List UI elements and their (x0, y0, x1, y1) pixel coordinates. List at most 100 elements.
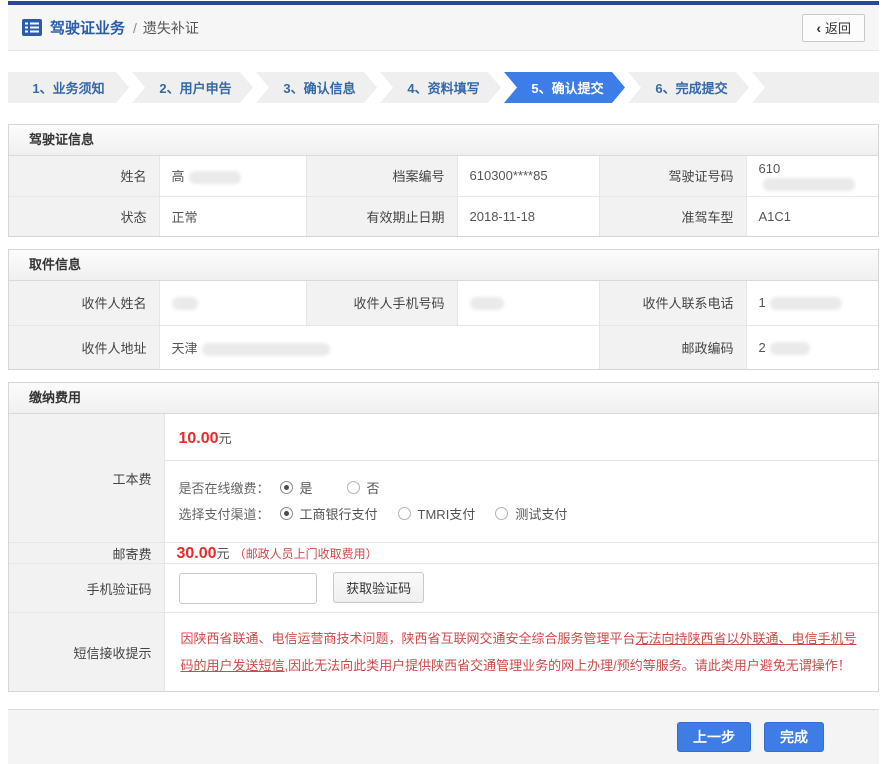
license-number-label: 驾驶证号码 (599, 156, 746, 196)
pickup-info-table: 收件人姓名 收件人手机号码 收件人联系电话 1 收件人地址 天津 邮政编码 2 (9, 281, 878, 369)
sms-notice-text: 因陕西省联通、电信运营商技术问题，陕西省互联网交通安全综合服务管理平台无法向持陕… (181, 631, 857, 673)
radio-button-icon[interactable] (398, 507, 411, 520)
finish-button[interactable]: 完成 (764, 722, 824, 752)
fees-title: 缴纳费用 (9, 383, 878, 414)
payment-channel-label: 选择支付渠道： (179, 504, 270, 523)
fees-table: 工本费 10.00元 是否在线缴费： 是 (9, 414, 878, 691)
production-fee-unit: 元 (219, 431, 232, 446)
verification-row: 手机验证码 获取验证码 (9, 564, 878, 613)
sms-notice-cell: 因陕西省联通、电信运营商技术问题，陕西省互联网交通安全综合服务管理平台无法向持陕… (164, 613, 878, 692)
redaction-blur (189, 171, 241, 184)
status-value: 正常 (159, 196, 306, 236)
chevron-left-icon: ‹ (816, 21, 821, 35)
fees-section: 缴纳费用 工本费 10.00元 是否在线缴费： 是 (8, 382, 879, 692)
license-list-icon (22, 19, 42, 36)
postcode-value: 2 (746, 325, 878, 369)
step-5-confirm-submit[interactable]: 5、确认提交 (504, 72, 625, 103)
redaction-blur (172, 297, 198, 310)
page: 驾驶证业务 / 遗失补证 ‹ 返回 1、业务须知 2、用户申告 3、确认信息 4… (0, 1, 887, 757)
production-fee-amount: 10.00元 (165, 414, 879, 460)
get-code-button[interactable]: 获取验证码 (333, 572, 424, 603)
postcode-label: 邮政编码 (599, 325, 746, 369)
file-number-label: 档案编号 (306, 156, 457, 196)
vehicle-type-label: 准驾车型 (599, 196, 746, 236)
license-info-title: 驾驶证信息 (9, 125, 878, 156)
radio-online-no-label: 否 (367, 478, 380, 497)
valid-until-label: 有效期止日期 (306, 196, 457, 236)
redaction-blur (202, 343, 330, 356)
verification-code-label: 手机验证码 (9, 564, 164, 613)
redaction-blur (470, 297, 504, 310)
back-button[interactable]: ‹ 返回 (802, 14, 865, 42)
online-payment-line: 是否在线缴费： 是 否 (179, 478, 865, 497)
sms-notice-row: 短信接收提示 因陕西省联通、电信运营商技术问题，陕西省互联网交通安全综合服务管理… (9, 613, 878, 692)
page-header: 驾驶证业务 / 遗失补证 ‹ 返回 (8, 5, 879, 51)
step-1-business-notes[interactable]: 1、业务须知 (8, 72, 129, 103)
mail-fee-row: 邮寄费 30.00元 （邮政人员上门收取费用） (9, 543, 878, 564)
license-info-section: 驾驶证信息 姓名 高 档案编号 610300****85 驾驶证号码 610 状… (8, 124, 879, 237)
production-fee-label: 工本费 (9, 414, 164, 543)
pickup-info-title: 取件信息 (9, 250, 878, 281)
breadcrumb-subpage: 遗失补证 (143, 18, 199, 38)
mail-fee-unit: 元 (217, 546, 230, 561)
step-3-confirm-info[interactable]: 3、确认信息 (256, 72, 377, 103)
recipient-mobile-label: 收件人手机号码 (306, 281, 457, 325)
breadcrumb-separator: / (133, 20, 137, 36)
recipient-phone-label: 收件人联系电话 (599, 281, 746, 325)
recipient-address-label: 收件人地址 (9, 325, 159, 369)
radio-online-yes[interactable]: 是 (280, 478, 313, 497)
back-button-label: 返回 (825, 18, 851, 37)
previous-step-button[interactable]: 上一步 (677, 722, 751, 752)
recipient-name-value (159, 281, 306, 325)
table-row: 状态 正常 有效期止日期 2018-11-18 准驾车型 A1C1 (9, 196, 878, 236)
step-bar-filler (752, 72, 879, 103)
mail-fee-note: （邮政人员上门收取费用） (234, 547, 378, 561)
step-wizard: 1、业务须知 2、用户申告 3、确认信息 4、资料填写 5、确认提交 6、完成提… (8, 72, 879, 103)
verification-code-input[interactable] (179, 573, 317, 604)
valid-until-value: 2018-11-18 (457, 196, 599, 236)
mail-fee-value: 30.00元 （邮政人员上门收取费用） (164, 543, 878, 564)
name-label: 姓名 (9, 156, 159, 196)
recipient-address-value: 天津 (159, 325, 599, 369)
production-fee-value: 10.00元 是否在线缴费： 是 否 (164, 414, 878, 543)
radio-online-yes-label: 是 (300, 478, 313, 497)
table-row: 收件人地址 天津 邮政编码 2 (9, 325, 878, 369)
step-2-user-declaration[interactable]: 2、用户申告 (132, 72, 253, 103)
radio-channel-test[interactable]: 测试支付 (495, 504, 567, 523)
radio-channel-tmri-label: TMRI支付 (418, 504, 476, 523)
production-fee-row: 工本费 10.00元 是否在线缴费： 是 (9, 414, 878, 543)
page-title: 驾驶证业务 (50, 17, 125, 38)
production-fee-price: 10.00 (179, 430, 219, 447)
verification-code-cell: 获取验证码 (164, 564, 878, 613)
status-label: 状态 (9, 196, 159, 236)
step-4-fill-data[interactable]: 4、资料填写 (380, 72, 501, 103)
payment-channel-line: 选择支付渠道： 工商银行支付 TMRI支付 测试支付 (179, 504, 865, 523)
sms-notice-label: 短信接收提示 (9, 613, 164, 692)
recipient-phone-value: 1 (746, 281, 878, 325)
recipient-name-label: 收件人姓名 (9, 281, 159, 325)
pickup-info-section: 取件信息 收件人姓名 收件人手机号码 收件人联系电话 1 收件人地址 天津 邮政… (8, 249, 879, 370)
file-number-value: 610300****85 (457, 156, 599, 196)
radio-button-icon[interactable] (495, 507, 508, 520)
online-payment-label: 是否在线缴费： (179, 478, 270, 497)
step-6-complete-submit[interactable]: 6、完成提交 (628, 72, 749, 103)
payment-options-block: 是否在线缴费： 是 否 选择支付渠道： (165, 461, 879, 542)
table-row: 收件人姓名 收件人手机号码 收件人联系电话 1 (9, 281, 878, 325)
vehicle-type-value: A1C1 (746, 196, 878, 236)
table-row: 姓名 高 档案编号 610300****85 驾驶证号码 610 (9, 156, 878, 196)
radio-button-icon[interactable] (280, 507, 293, 520)
radio-button-icon[interactable] (347, 481, 360, 494)
radio-channel-tmri[interactable]: TMRI支付 (398, 504, 476, 523)
recipient-mobile-value (457, 281, 599, 325)
license-info-table: 姓名 高 档案编号 610300****85 驾驶证号码 610 状态 正常 有… (9, 156, 878, 236)
mail-fee-price: 30.00 (177, 545, 217, 562)
mail-fee-label: 邮寄费 (9, 543, 164, 564)
radio-online-no[interactable]: 否 (347, 478, 380, 497)
radio-button-icon[interactable] (280, 481, 293, 494)
name-value: 高 (159, 156, 306, 196)
radio-channel-icbc[interactable]: 工商银行支付 (280, 504, 378, 523)
redaction-blur (770, 342, 810, 355)
radio-channel-icbc-label: 工商银行支付 (300, 504, 378, 523)
license-number-value: 610 (746, 156, 878, 196)
redaction-blur (763, 178, 855, 191)
